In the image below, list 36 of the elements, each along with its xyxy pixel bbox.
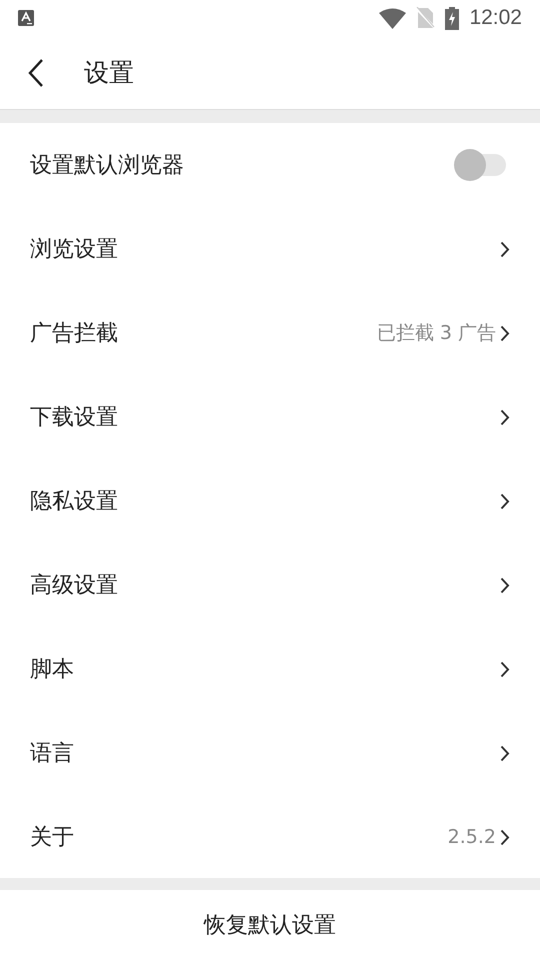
settings-row[interactable]: 广告拦截 已拦截 3 广告	[0, 291, 540, 375]
settings-row[interactable]: 高级设置	[0, 543, 540, 627]
chevron-right-icon	[500, 240, 510, 258]
settings-row[interactable]: 设置默认浏览器	[0, 123, 540, 207]
chevron-right-icon	[500, 408, 510, 426]
setting-value: 2.5.2	[448, 824, 496, 850]
settings-row[interactable]: 隐私设置	[0, 459, 540, 543]
setting-label: 设置默认浏览器	[30, 152, 184, 180]
settings-row[interactable]: 浏览设置	[0, 207, 540, 291]
chevron-right-icon	[500, 576, 510, 594]
setting-label: 浏览设置	[30, 236, 118, 264]
chevron-right-icon	[500, 744, 510, 762]
chevron-right-icon	[500, 324, 510, 342]
reset-button[interactable]: 恢复默认设置	[0, 890, 540, 960]
status-time: 12:02	[469, 5, 522, 32]
settings-row[interactable]: 下载设置	[0, 375, 540, 459]
settings-row[interactable]: 脚本	[0, 627, 540, 711]
setting-value: 已拦截 3 广告	[376, 320, 496, 346]
back-icon	[28, 58, 44, 86]
setting-label: 脚本	[30, 656, 74, 684]
chevron-right-icon	[500, 660, 510, 678]
settings-row[interactable]: 关于 2.5.2	[0, 795, 540, 879]
setting-label: 广告拦截	[30, 320, 118, 348]
setting-label: 隐私设置	[30, 488, 118, 516]
chevron-right-icon	[500, 492, 510, 510]
chevron-right-icon	[500, 828, 510, 846]
setting-label: 关于	[30, 824, 74, 852]
no-sim-icon	[416, 7, 436, 29]
keyboard-app-icon	[18, 10, 34, 26]
wifi-icon	[379, 8, 406, 28]
page-title: 设置	[84, 56, 134, 89]
setting-label: 高级设置	[30, 572, 118, 600]
setting-label: 语言	[30, 740, 74, 768]
settings-row[interactable]: 语言	[0, 711, 540, 795]
battery-charging-icon	[445, 6, 460, 30]
setting-label: 下载设置	[30, 404, 118, 432]
